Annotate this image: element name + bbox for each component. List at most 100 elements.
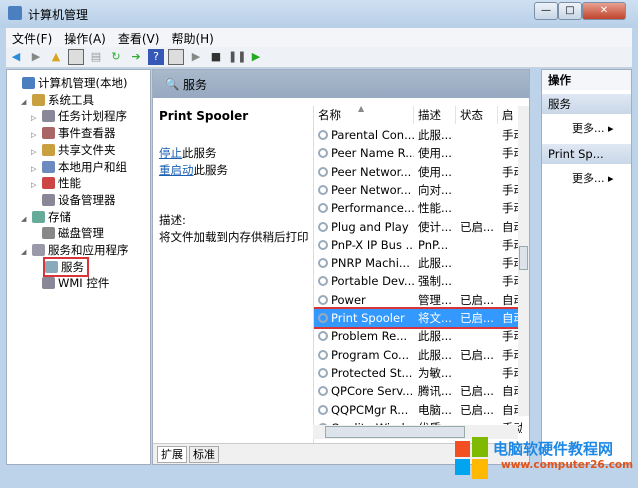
service-row[interactable]: QPCore Serv...腾讯...已启...自动 — [314, 382, 522, 400]
tree-item[interactable]: ▷ 本地用户和组 — [31, 159, 127, 175]
menu-view[interactable]: 查看(V) — [112, 28, 166, 49]
expand-arrow-icon[interactable]: ◢ — [21, 94, 32, 110]
service-gear-icon — [318, 313, 328, 323]
service-gear-icon — [318, 130, 328, 140]
service-name-cell: PnP-X IP Bus ... — [331, 237, 414, 252]
panel-title: 服务 — [183, 78, 208, 92]
export-icon[interactable]: ➔ — [128, 49, 144, 65]
service-gear-icon — [318, 148, 328, 159]
expand-arrow-icon[interactable]: ◢ — [21, 211, 32, 227]
service-row[interactable]: Protected St...为敏...手动 — [314, 364, 522, 382]
expand-arrow-icon[interactable]: ▷ — [31, 127, 42, 143]
restart-suffix: 此服务 — [193, 163, 229, 177]
properties-icon[interactable]: ▤ — [88, 49, 104, 65]
up-icon[interactable]: ▲ — [48, 49, 64, 65]
back-icon[interactable]: ◀ — [8, 49, 24, 65]
tree-item[interactable]: ◢ 系统工具 — [21, 92, 94, 108]
service-gear-icon — [318, 258, 328, 269]
service-row[interactable]: QQPCMgr R...电脑...已启...自动 — [314, 401, 522, 419]
stop-icon[interactable]: ■ — [208, 49, 224, 65]
tree-item-label: 系统工具 — [48, 92, 94, 107]
tab-standard[interactable]: 标准 — [189, 446, 219, 463]
tree-node-icon — [22, 77, 35, 89]
service-row[interactable]: Program Co...此服...已启...手动 — [314, 346, 522, 364]
tree-item[interactable]: 服务 — [43, 256, 89, 277]
more-actions-services[interactable]: 更多... ▸ — [572, 120, 614, 136]
expand-arrow-icon[interactable]: ▷ — [31, 177, 42, 193]
service-row[interactable]: PNRP Machi...此服...手动 — [314, 254, 522, 272]
tree-item[interactable]: ◢ 服务和应用程序 — [21, 242, 129, 258]
description-label: 描述: — [159, 213, 186, 227]
play-icon[interactable]: ▶ — [188, 49, 204, 65]
more-actions-print-spooler[interactable]: 更多... ▸ — [572, 170, 614, 186]
service-row[interactable]: Performance...性能...手动 — [314, 199, 522, 217]
sort-asc-icon: ▲ — [358, 106, 365, 113]
action-group-print-spooler[interactable]: Print Sp... — [542, 144, 631, 164]
scroll-thumb[interactable] — [519, 246, 528, 270]
column-startup[interactable]: 启动 — [498, 106, 520, 124]
tree-node-icon — [45, 260, 58, 273]
service-gear-icon — [318, 331, 328, 342]
column-description[interactable]: 描述 — [414, 106, 456, 124]
tree-node-icon — [42, 277, 55, 290]
expand-arrow-icon[interactable]: ▷ — [31, 161, 42, 177]
column-status[interactable]: 状态 — [456, 106, 498, 124]
tree-item[interactable]: ▷ 任务计划程序 — [31, 108, 127, 124]
service-row[interactable]: Parental Con...此服...手动 — [314, 126, 522, 144]
service-desc-cell: 使用... — [418, 146, 452, 161]
vertical-scrollbar[interactable] — [518, 106, 529, 416]
service-name-cell: PNRP Machi... — [331, 256, 410, 271]
tree-node-icon — [32, 210, 45, 223]
tree-item[interactable]: WMI 控件 — [31, 275, 109, 291]
hscroll-thumb[interactable] — [325, 426, 465, 438]
service-name-cell: Peer Name R... — [331, 146, 414, 161]
close-button[interactable]: ✕ — [582, 2, 626, 20]
tree-item[interactable]: ◢ 存储 — [21, 209, 71, 225]
tab-extended[interactable]: 扩展 — [157, 446, 187, 463]
menu-help[interactable]: 帮助(H) — [165, 28, 219, 49]
service-row[interactable]: Peer Name R...使用...手动 — [314, 144, 522, 162]
pause-icon[interactable]: ❚❚ — [228, 49, 246, 65]
service-row[interactable]: Peer Networ...向对...手动 — [314, 181, 522, 199]
tree-item-label: 本地用户和组 — [58, 159, 127, 174]
description-text: 将文件加载到内存供稍后打印 — [159, 230, 309, 244]
service-row[interactable]: Power管理...已启...自动 — [314, 291, 522, 309]
refresh-icon[interactable]: ↻ — [108, 49, 124, 65]
service-row[interactable]: PnP-X IP Bus ...PnP...手动 — [314, 236, 522, 254]
service-row[interactable]: Plug and Play使计...已启...自动 — [314, 218, 522, 236]
service-row[interactable]: Peer Networ...使用...手动 — [314, 163, 522, 181]
tree-item[interactable]: ▷ 共享文件夹 — [31, 142, 116, 158]
tree-item[interactable]: 设备管理器 — [31, 192, 116, 208]
service-name-cell: Program Co... — [331, 347, 410, 362]
forward-icon[interactable]: ▶ — [28, 49, 44, 65]
view-icon[interactable] — [168, 49, 184, 65]
service-row[interactable]: Portable Dev...强制...手动 — [314, 272, 522, 290]
service-gear-icon — [318, 276, 328, 287]
maximize-button[interactable]: □ — [558, 2, 582, 20]
tree-item-label: 计算机管理(本地) — [38, 76, 128, 90]
stop-service-link[interactable]: 停止 — [159, 146, 182, 160]
tree-item[interactable]: 磁盘管理 — [31, 225, 104, 241]
tree-node-icon — [42, 160, 55, 173]
service-row[interactable]: Print Spooler将文...已启...自动 — [314, 307, 522, 329]
menu-action[interactable]: 操作(A) — [58, 28, 112, 49]
service-row[interactable]: Problem Re...此服...手动 — [314, 327, 522, 345]
restart-service-link[interactable]: 重启动 — [159, 163, 194, 177]
console-tree: 计算机管理(本地) ◢ 系统工具 ▷ 任务计划程序 ▷ 事件查看器 ▷ 共享文件夹 ▷ 本地用户和组… — [6, 69, 151, 465]
minimize-button[interactable]: — — [534, 2, 558, 20]
tree-item-label: 服务和应用程序 — [48, 243, 129, 257]
expand-arrow-icon[interactable]: ◢ — [21, 244, 32, 260]
restart-icon[interactable]: ▶ — [248, 49, 264, 65]
expand-arrow-icon[interactable]: ▷ — [31, 110, 42, 126]
action-group-services[interactable]: 服务 — [542, 94, 631, 114]
column-name[interactable]: 名称 ▲ — [314, 106, 414, 124]
service-name-cell: Parental Con... — [331, 128, 414, 142]
tree-item[interactable]: ▷ 事件查看器 — [31, 125, 116, 141]
show-tree-icon[interactable] — [68, 49, 84, 65]
tree-item[interactable]: 计算机管理(本地) — [11, 75, 127, 91]
menu-file[interactable]: 文件(F) — [6, 28, 58, 49]
actions-title: 操作 — [542, 70, 631, 90]
tree-item[interactable]: ▷ 性能 — [31, 175, 81, 191]
help-icon[interactable]: ? — [148, 49, 164, 65]
expand-arrow-icon[interactable]: ▷ — [31, 144, 42, 160]
